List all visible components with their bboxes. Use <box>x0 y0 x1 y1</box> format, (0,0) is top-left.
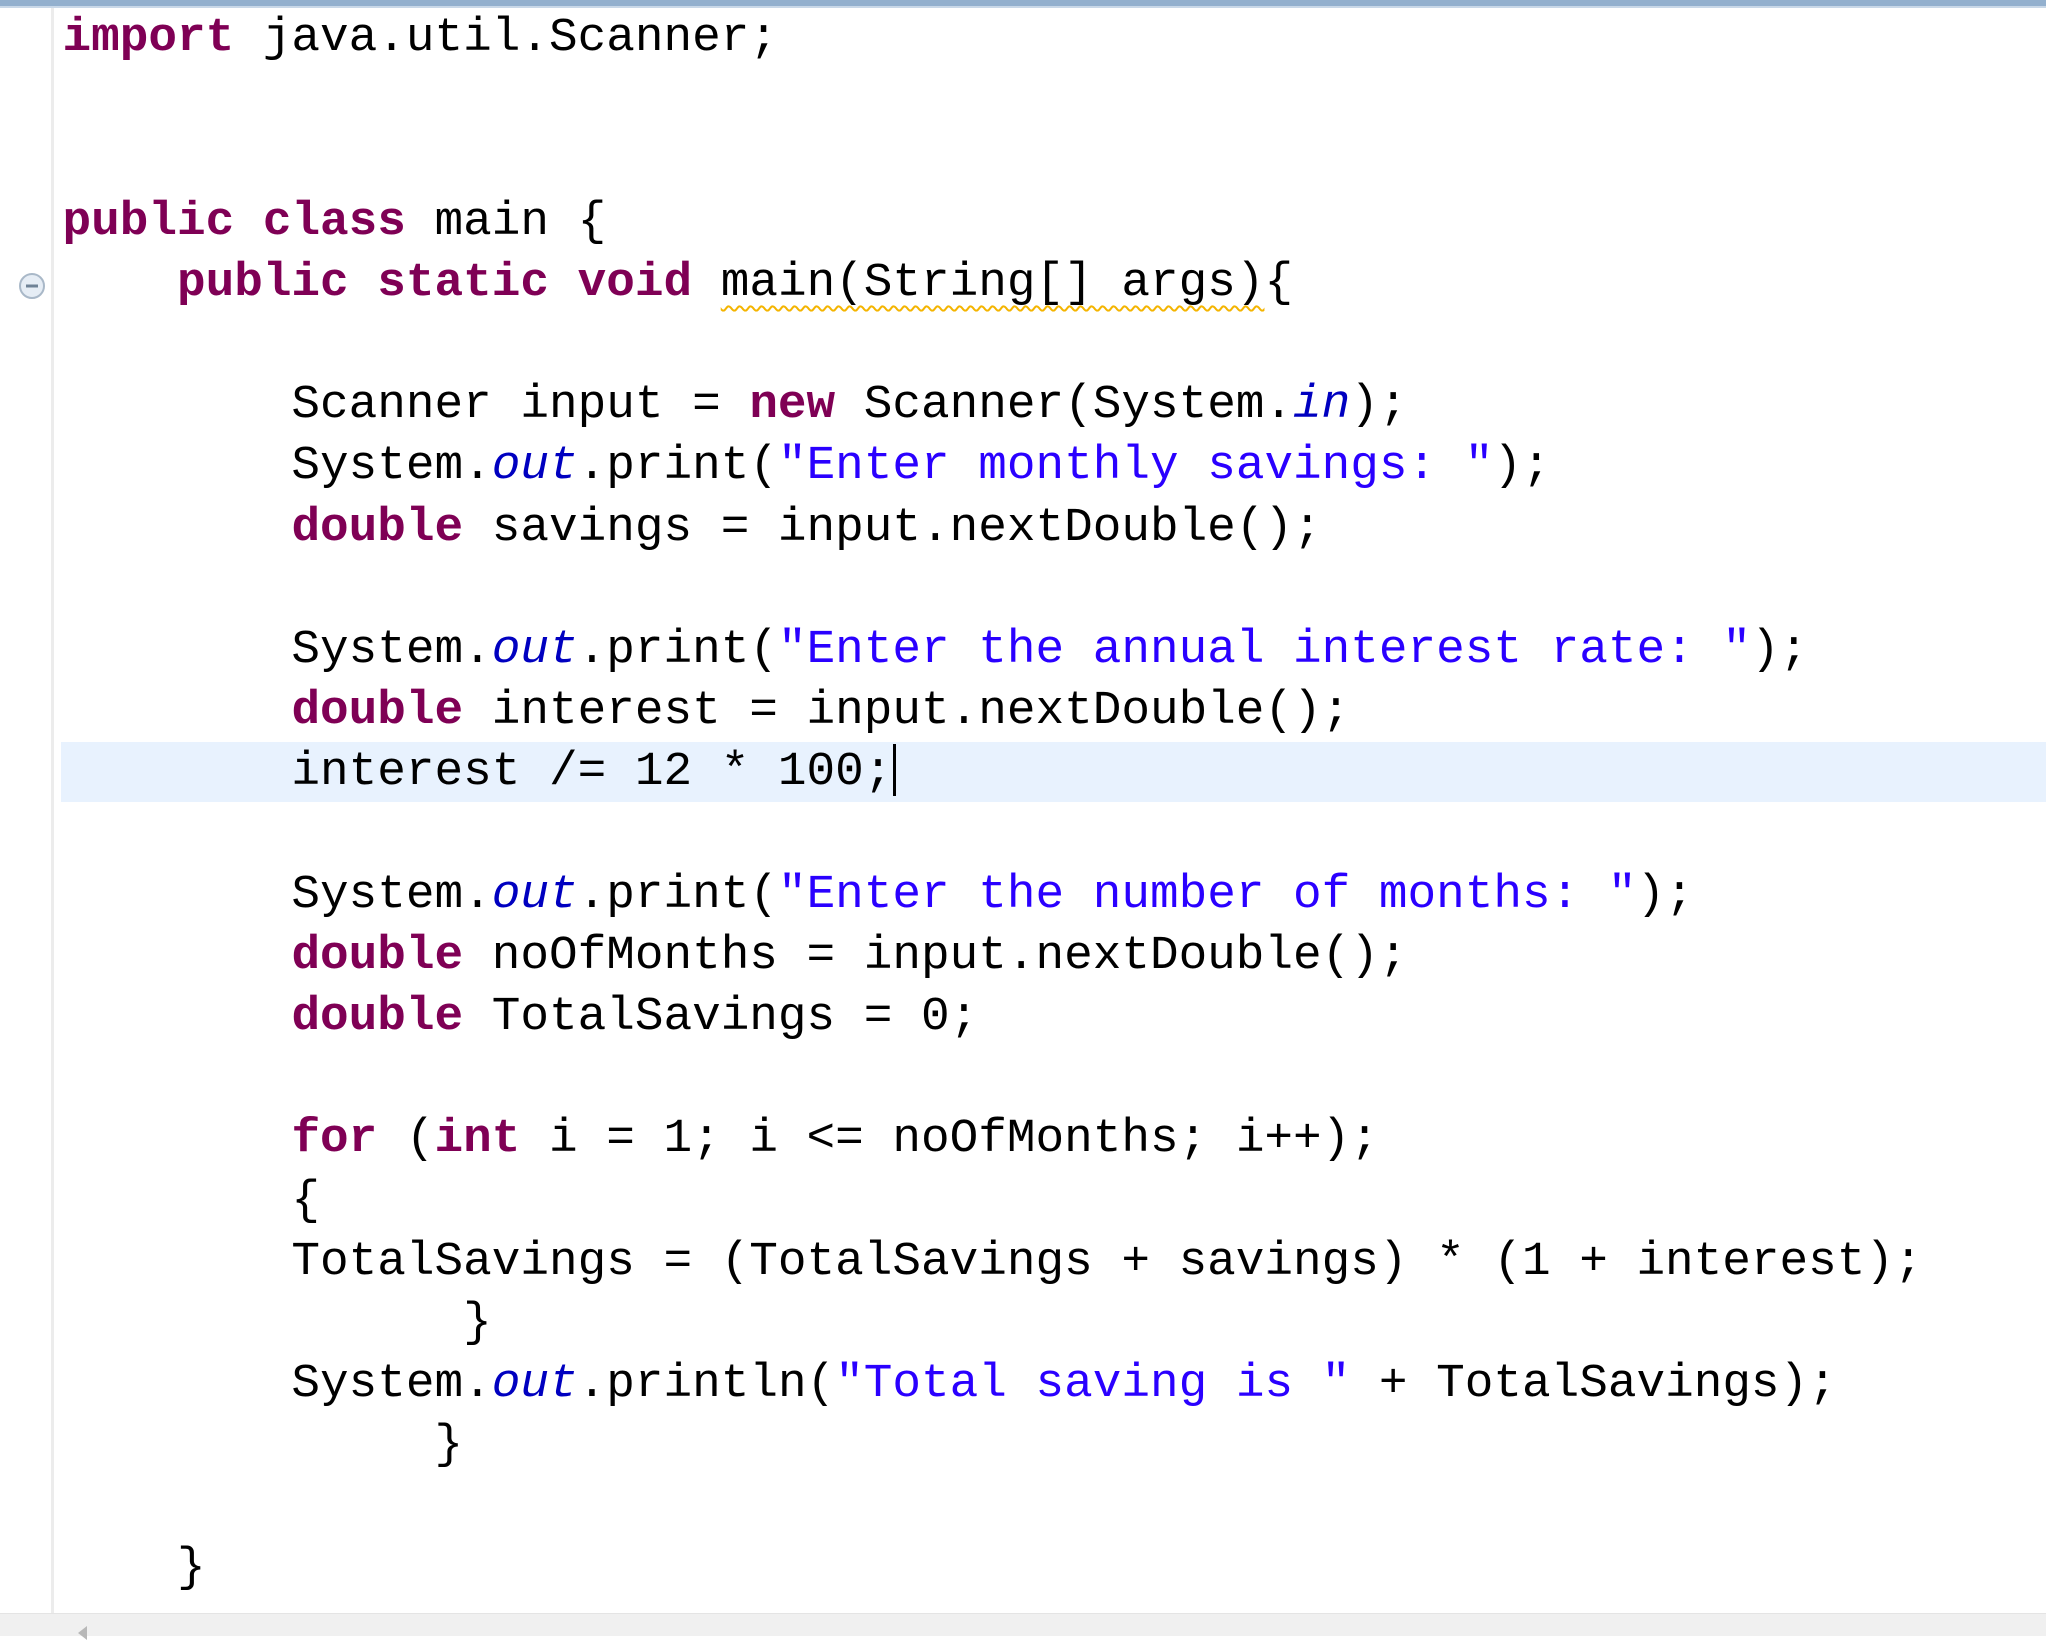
code-line[interactable]: System.out.print("Enter the annual inter… <box>63 620 1923 681</box>
code-text: i = 1; i <= noOfMonths; i++); <box>520 1112 1379 1167</box>
code-text: Scanner input = <box>62 378 750 433</box>
code-static-field: out <box>491 439 578 494</box>
code-line[interactable]: TotalSavings = (TotalSavings + savings) … <box>62 1232 1923 1293</box>
code-line[interactable] <box>63 803 1923 864</box>
code-line[interactable]: double interest = input.nextDouble(); <box>63 681 1923 742</box>
code-text: System. <box>62 622 492 677</box>
code-text: System. <box>62 1357 492 1412</box>
code-text: { <box>62 1173 321 1228</box>
horizontal-scrollbar[interactable] <box>0 1613 2046 1640</box>
code-text: TotalSavings = 0; <box>463 990 979 1044</box>
code-text: { <box>1264 255 1294 310</box>
code-text: ); <box>1636 867 1694 922</box>
code-text: ); <box>1350 378 1408 433</box>
code-line[interactable]: import java.util.Scanner; <box>63 8 1923 69</box>
code-text: } <box>62 1540 206 1595</box>
code-static-field: in <box>1293 378 1351 433</box>
code-keyword: for <box>291 1112 378 1167</box>
code-line[interactable]: for (int i = 1; i <= noOfMonths; i++); <box>63 1109 1923 1170</box>
code-keyword: class <box>262 194 406 249</box>
code-string-literal: "Enter monthly savings: " <box>777 439 1494 494</box>
code-keyword: double <box>291 928 464 983</box>
code-string-literal: "Enter the number of months: " <box>777 867 1637 922</box>
code-text: ); <box>1750 622 1809 677</box>
code-editor[interactable]: import java.util.Scanner; public class m… <box>54 8 2046 1613</box>
code-string-literal: "Total saving is " <box>835 1357 1351 1412</box>
code-line[interactable]: } <box>63 1293 1923 1354</box>
code-text: interest = input.nextDouble(); <box>463 684 1351 739</box>
code-line[interactable] <box>63 314 1923 375</box>
code-warning-span: main(String[] args) <box>720 255 1265 310</box>
code-line[interactable]: System.out.print("Enter monthly savings:… <box>63 436 1923 497</box>
code-line[interactable]: public class main { <box>63 192 1923 253</box>
code-text: + TotalSavings); <box>1350 1357 1837 1412</box>
code-keyword: import <box>62 11 235 65</box>
code-line[interactable]: } <box>63 1415 1923 1476</box>
editor-gutter <box>0 8 54 1613</box>
code-text: .println( <box>577 1357 836 1412</box>
collapse-minus-icon[interactable] <box>17 271 47 301</box>
code-text: } <box>62 1295 492 1350</box>
code-keyword: new <box>749 378 836 433</box>
code-keyword: public <box>62 194 235 249</box>
code-text: .print( <box>577 867 778 922</box>
code-line-current[interactable]: interest /= 12 * 100; <box>63 742 1923 803</box>
code-text: interest /= 12 * 100; <box>62 745 893 800</box>
code-line[interactable]: double noOfMonths = input.nextDouble(); <box>63 926 1923 987</box>
code-keyword: static <box>377 255 549 310</box>
code-string-literal: "Enter the annual interest rate: " <box>777 622 1751 677</box>
window-title-bar <box>0 0 2046 8</box>
code-line[interactable] <box>63 559 1923 620</box>
code-text: } <box>62 1418 464 1473</box>
code-keyword: double <box>291 684 464 739</box>
code-keyword: public <box>176 255 349 310</box>
code-text: savings = input.nextDouble(); <box>463 500 1322 555</box>
code-static-field: out <box>491 867 578 922</box>
code-line[interactable]: double savings = input.nextDouble(); <box>63 498 1923 559</box>
code-line[interactable]: Scanner input = new Scanner(System.in); <box>63 375 1923 436</box>
code-line[interactable] <box>63 1477 1923 1538</box>
code-keyword: void <box>577 255 693 310</box>
code-line[interactable]: System.out.print("Enter the number of mo… <box>63 865 1923 926</box>
code-line[interactable] <box>63 69 1923 130</box>
code-text: noOfMonths = input.nextDouble(); <box>463 928 1408 983</box>
code-text: main { <box>405 194 607 249</box>
text-caret <box>893 744 897 797</box>
code-keyword: double <box>291 500 464 555</box>
code-text: .print( <box>577 622 778 677</box>
code-text: Scanner(System. <box>835 378 1294 433</box>
code-text: .print( <box>577 439 778 494</box>
source-code[interactable]: import java.util.Scanner; public class m… <box>63 8 1923 1599</box>
scroll-left-arrow-icon[interactable] <box>78 1626 87 1640</box>
code-text: TotalSavings = (TotalSavings + savings) … <box>62 1234 1923 1289</box>
code-line[interactable]: System.out.println("Total saving is " + … <box>63 1354 1923 1415</box>
code-line[interactable]: { <box>63 1171 1923 1232</box>
code-text: ( <box>377 1112 435 1167</box>
code-keyword: int <box>434 1112 521 1167</box>
code-line[interactable]: double TotalSavings = 0; <box>63 987 1923 1048</box>
code-text: System. <box>62 867 492 922</box>
code-keyword: double <box>291 990 464 1044</box>
code-line[interactable] <box>63 130 1923 191</box>
code-static-field: out <box>491 1357 578 1412</box>
code-text: System. <box>62 439 492 494</box>
code-text: ); <box>1493 439 1551 494</box>
code-line[interactable] <box>63 1048 1923 1109</box>
code-text: java.util.Scanner; <box>234 11 778 65</box>
code-line[interactable]: } <box>63 1538 1923 1599</box>
code-static-field: out <box>491 622 578 677</box>
code-line[interactable]: public static void main(String[] args){ <box>63 253 1923 314</box>
